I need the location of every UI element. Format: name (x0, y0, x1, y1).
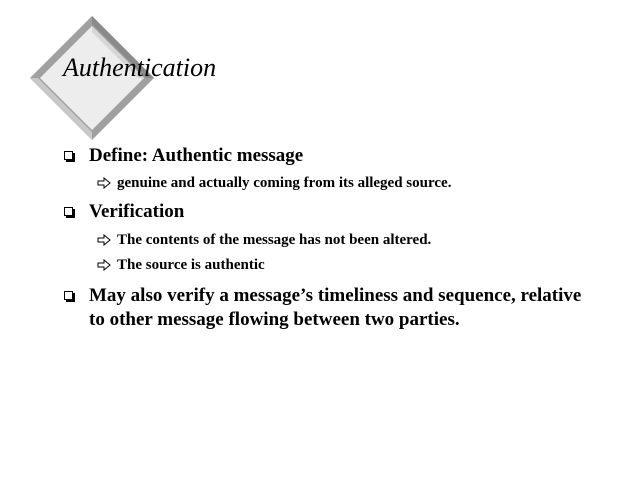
slide: Authentication Define: Authentic message… (0, 0, 640, 480)
slide-title: Authentication (63, 53, 217, 82)
bullet-text: Verification (89, 201, 185, 222)
bullet-text: Define: Authentic message (89, 145, 304, 166)
sub-bullet-text: The contents of the message has not been… (117, 232, 432, 248)
hollow-arrow-icon (97, 177, 111, 189)
hollow-arrow-icon (97, 259, 111, 271)
hollow-arrow-icon (97, 234, 111, 246)
checkbox-square-icon (64, 207, 75, 218)
checkbox-square-icon (64, 151, 75, 162)
sub-bullet-text: genuine and actually coming from its all… (117, 175, 452, 191)
bullet-text: May also verify a message’s timeliness a… (89, 285, 582, 330)
checkbox-square-icon (64, 291, 75, 302)
sub-bullet-text: The source is authentic (117, 257, 265, 273)
